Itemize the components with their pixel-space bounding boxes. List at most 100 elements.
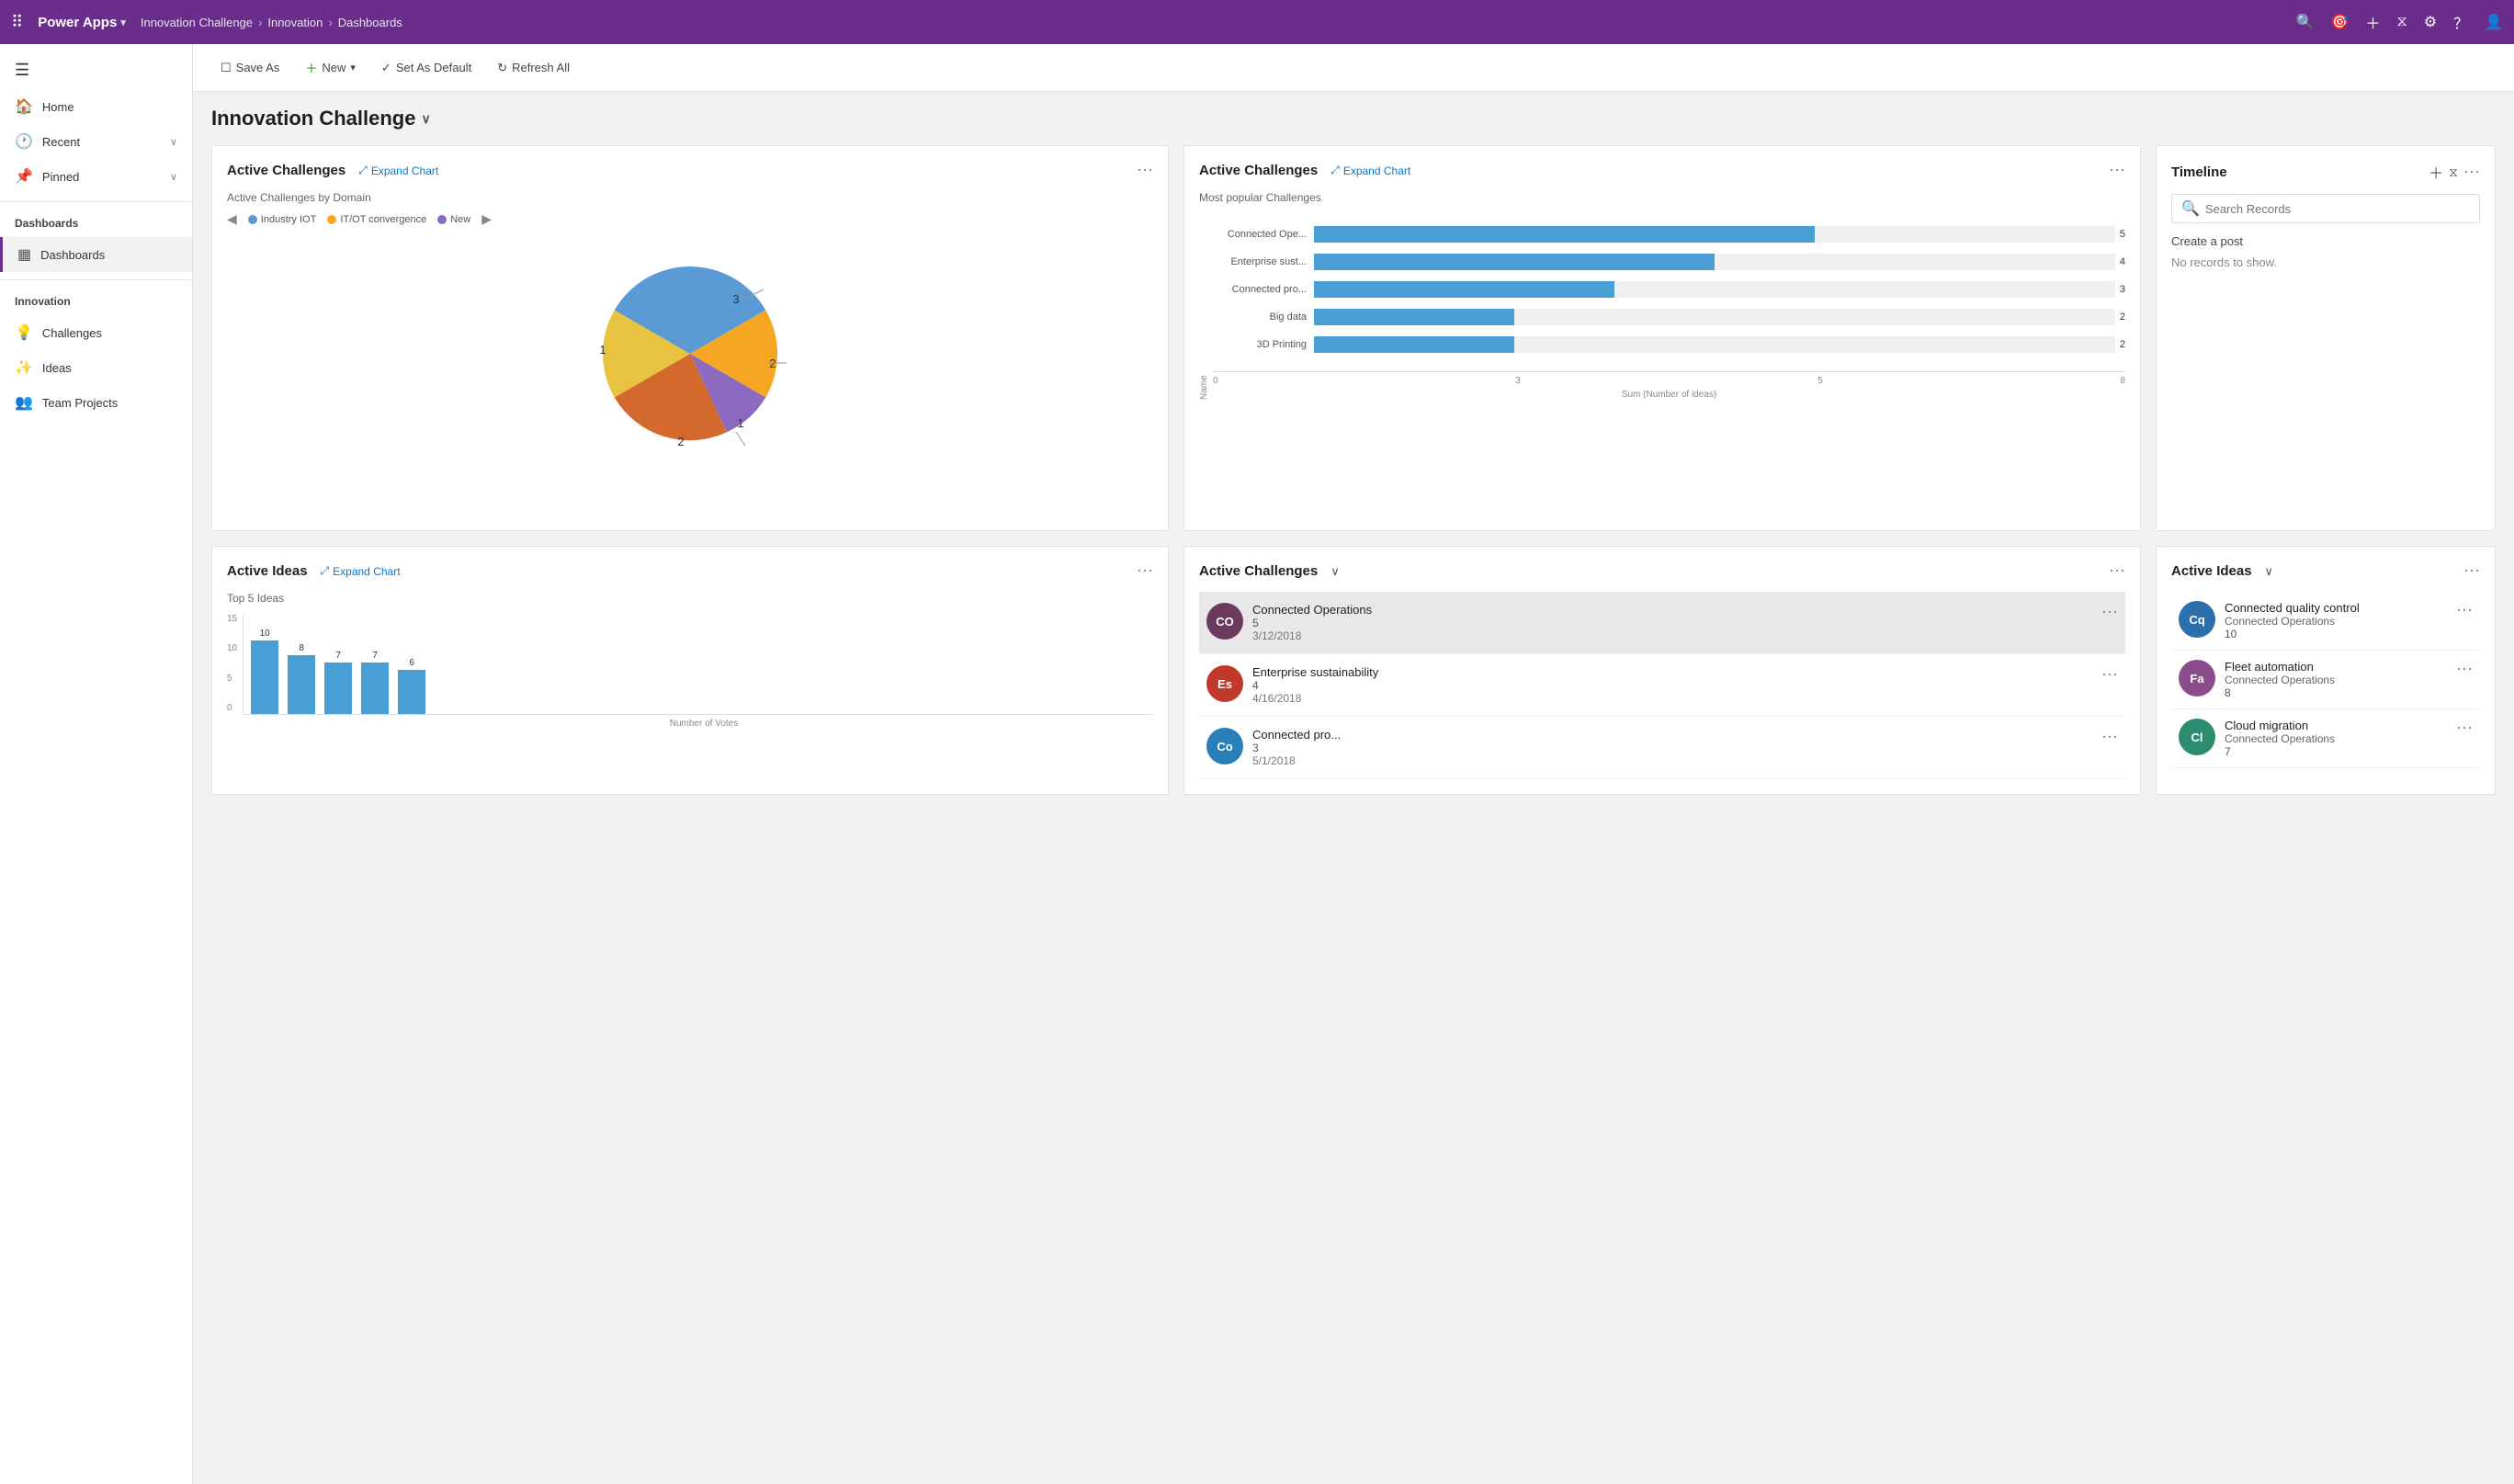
bar-chart-horizontal: Name Connected Ope... 5 (1199, 222, 2125, 400)
sidebar-item-ideas[interactable]: ✨ Ideas (0, 350, 192, 385)
sidebar-item-team-projects[interactable]: 👥 Team Projects (0, 385, 192, 420)
refresh-icon: ↻ (497, 61, 507, 75)
idea-count-1: 10 (2225, 628, 2447, 640)
card5-menu-icon[interactable]: ⋯ (2109, 561, 2125, 581)
idea-info-1: Connected quality control Connected Oper… (2225, 601, 2447, 640)
bar-label-5: 3D Printing (1213, 339, 1314, 350)
idea-avatar-2: Fa (2179, 660, 2215, 697)
sidebar-item-recent[interactable]: 🕐 Recent ∨ (0, 124, 192, 159)
challenge-more-icon-3[interactable]: ⋯ (2101, 728, 2118, 747)
card1-header: Active Challenges ⤢ Expand Chart ⋯ (227, 161, 1153, 180)
bar-value-1: 5 (2120, 229, 2125, 240)
bar-row-1: Connected Ope... 5 (1213, 226, 2125, 243)
challenge-list-item-3[interactable]: Co Connected pro... 3 5/1/2018 ⋯ (1199, 717, 2125, 779)
target-icon[interactable]: 🎯 (2331, 13, 2350, 31)
sidebar-item-challenges[interactable]: 💡 Challenges (0, 315, 192, 350)
pie-chart: 3 2 1 2 1 (227, 234, 1153, 473)
bar-chart-vertical: 10 8 7 7 (243, 614, 1153, 715)
timeline-search-box[interactable]: 🔍 (2171, 194, 2480, 223)
idea-avatar-3: Cl (2179, 719, 2215, 755)
card4-title: Active Ideas (227, 563, 308, 579)
timeline-plus-icon[interactable]: ＋ (2429, 161, 2443, 183)
save-icon: ☐ (221, 61, 232, 75)
legend-dot-1 (248, 215, 257, 224)
challenge-name-1: Connected Operations (1252, 603, 2092, 617)
challenges-icon: 💡 (15, 323, 33, 342)
bar-label-4: Big data (1213, 312, 1314, 323)
filter-icon[interactable]: ⧖ (2396, 14, 2406, 30)
challenge-list-item-2[interactable]: Es Enterprise sustainability 4 4/16/2018… (1199, 654, 2125, 717)
idea-more-icon-2[interactable]: ⋯ (2456, 660, 2473, 679)
card4-menu-icon[interactable]: ⋯ (1137, 561, 1153, 581)
x-axis-label: Sum (Number of ideas) (1213, 390, 2125, 400)
set-as-default-button[interactable]: ✓ Set As Default (372, 55, 481, 81)
challenge-avatar-1: CO (1206, 603, 1243, 640)
timeline-filter-icon[interactable]: ⧖ (2449, 164, 2458, 180)
active-challenges-list-card: Active Challenges ∨ ⋯ CO Connected Opera… (1183, 546, 2141, 795)
bar-fill-2 (1314, 254, 1715, 270)
card2-menu-icon[interactable]: ⋯ (2109, 161, 2125, 180)
ideas-list: Cq Connected quality control Connected O… (2171, 592, 2480, 768)
bar-col-1: 10 (251, 629, 278, 714)
active-ideas-chart-card: Active Ideas ⤢ Expand Chart ⋯ Top 5 Idea… (211, 546, 1169, 795)
bar-v-2 (288, 655, 315, 714)
plus-icon[interactable]: ＋ (2365, 11, 2380, 33)
ideas-sort-dropdown[interactable]: ∨ (2265, 564, 2274, 579)
user-icon[interactable]: 👤 (2485, 13, 2503, 31)
challenge-info-1: Connected Operations 5 3/12/2018 (1252, 603, 2092, 642)
timeline-menu-icon[interactable]: ⋯ (2463, 163, 2480, 182)
challenge-name-3: Connected pro... (1252, 728, 2092, 742)
bar-row-2: Enterprise sust... 4 (1213, 254, 2125, 270)
challenge-name-2: Enterprise sustainability (1252, 665, 2092, 679)
challenge-list-item-1[interactable]: CO Connected Operations 5 3/12/2018 ⋯ (1199, 592, 2125, 654)
new-button[interactable]: ＋ New ▾ (296, 53, 365, 82)
dashboards-icon: ▦ (17, 245, 31, 264)
save-as-button[interactable]: ☐ Save As (211, 55, 289, 81)
toolbar: ☐ Save As ＋ New ▾ ✓ Set As Default ↻ Ref… (193, 44, 2514, 92)
challenge-info-3: Connected pro... 3 5/1/2018 (1252, 728, 2092, 767)
timeline-search-input[interactable] (2205, 202, 2470, 216)
idea-list-item-3[interactable]: Cl Cloud migration Connected Operations … (2171, 709, 2480, 768)
pie-label-1b: 1 (599, 343, 606, 357)
bar-col-3: 7 (324, 651, 352, 714)
legend-item-itot: IT/OT convergence (327, 214, 426, 225)
card1-menu-icon[interactable]: ⋯ (1137, 161, 1153, 180)
dashboard-grid-bottom: Active Ideas ⤢ Expand Chart ⋯ Top 5 Idea… (211, 546, 2496, 795)
expand-chart-button-1[interactable]: ⤢ Expand Chart (358, 164, 438, 177)
sidebar-divider-2 (0, 279, 192, 280)
card3-header: Timeline ＋ ⧖ ⋯ (2171, 161, 2480, 183)
bar-col-4: 7 (361, 651, 389, 714)
help-icon[interactable]: ？ (2453, 11, 2468, 33)
legend-prev-icon[interactable]: ◀ (227, 211, 237, 227)
challenge-more-icon-1[interactable]: ⋯ (2101, 603, 2118, 622)
sidebar-item-dashboards[interactable]: ▦ Dashboards (0, 237, 192, 272)
breadcrumb: Innovation Challenge › Innovation › Dash… (141, 16, 402, 29)
expand-chart-button-4[interactable]: ⤢ Expand Chart (321, 564, 401, 578)
idea-more-icon-1[interactable]: ⋯ (2456, 601, 2473, 620)
card1-subtitle: Active Challenges by Domain (227, 191, 1153, 204)
chevron-down-icon: ∨ (170, 136, 177, 148)
refresh-all-button[interactable]: ↻ Refresh All (488, 55, 579, 81)
bar-col-2: 8 (288, 643, 315, 714)
hamburger-icon[interactable]: ☰ (0, 51, 192, 89)
idea-info-2: Fleet automation Connected Operations 8 (2225, 660, 2447, 699)
bar-label-1: Connected Ope... (1213, 229, 1314, 240)
waffle-icon[interactable]: ⠿ (11, 13, 23, 32)
idea-more-icon-3[interactable]: ⋯ (2456, 719, 2473, 738)
sidebar-item-home[interactable]: 🏠 Home (0, 89, 192, 124)
sidebar-item-pinned[interactable]: 📌 Pinned ∨ (0, 159, 192, 194)
challenge-count-3: 3 (1252, 742, 2092, 754)
search-icon: 🔍 (2181, 199, 2200, 218)
challenge-more-icon-2[interactable]: ⋯ (2101, 665, 2118, 685)
main-layout: ☰ 🏠 Home 🕐 Recent ∨ 📌 Pinned ∨ Dashboard… (0, 44, 2514, 1484)
chevron-down-icon[interactable]: ∨ (421, 111, 430, 127)
idea-list-item-2[interactable]: Fa Fleet automation Connected Operations… (2171, 651, 2480, 709)
idea-list-item-1[interactable]: Cq Connected quality control Connected O… (2171, 592, 2480, 651)
card6-menu-icon[interactable]: ⋯ (2463, 561, 2480, 581)
card2-title: Active Challenges (1199, 163, 1318, 178)
expand-chart-button-2[interactable]: ⤢ Expand Chart (1331, 164, 1410, 177)
search-icon[interactable]: 🔍 (2296, 13, 2315, 31)
legend-next-icon[interactable]: ▶ (481, 211, 492, 227)
settings-icon[interactable]: ⚙ (2424, 13, 2437, 31)
challenges-sort-dropdown[interactable]: ∨ (1331, 564, 1340, 579)
